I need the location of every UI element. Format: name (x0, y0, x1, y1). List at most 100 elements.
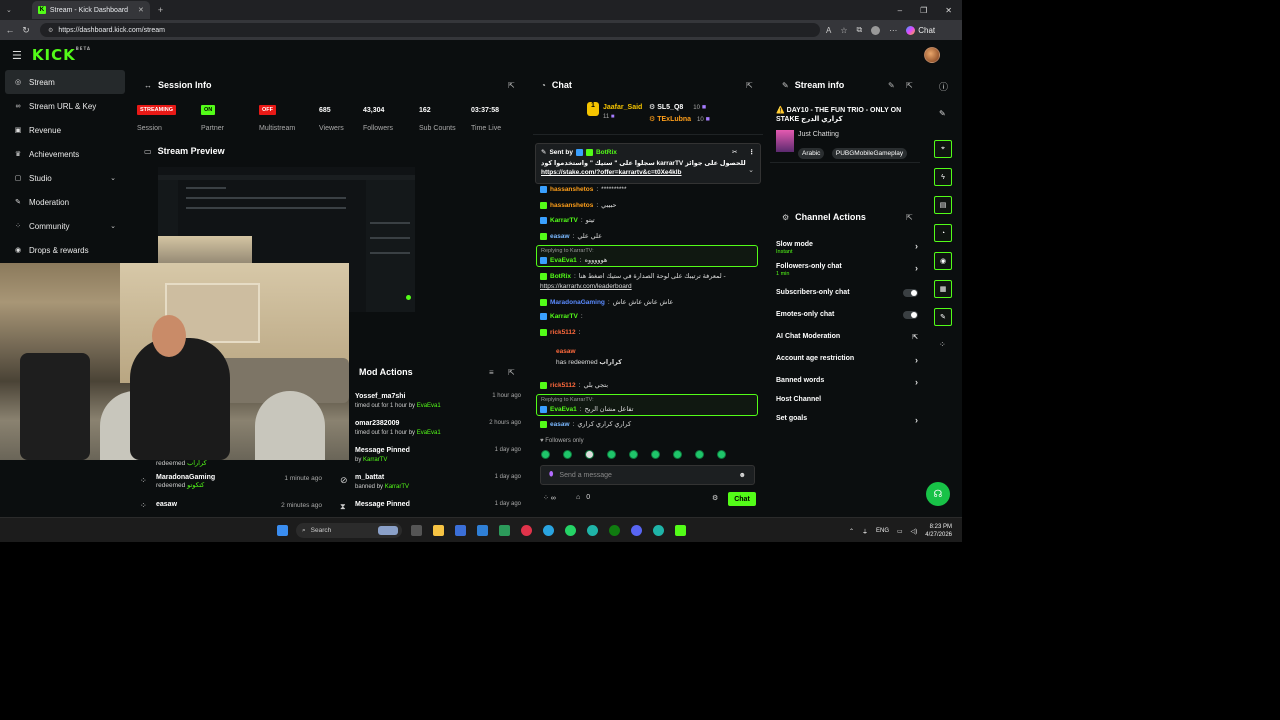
popout-channel-actions-icon[interactable]: ⇱ (906, 213, 913, 222)
url-field[interactable]: ⚙ https://dashboard.kick.com/stream (40, 23, 820, 37)
rail-lightning-icon[interactable]: ϟ (934, 168, 952, 186)
language-indicator[interactable]: ENG (876, 528, 889, 534)
xbox-icon[interactable] (609, 525, 620, 536)
chat-message[interactable]: https://karrartv.com/leaderboard (540, 283, 760, 290)
chat-message[interactable]: EvaEva1: هوووووه (540, 256, 760, 264)
unpin-icon[interactable]: ✂ (732, 148, 737, 156)
app-icon[interactable] (477, 525, 488, 536)
read-aloud-icon[interactable]: A (826, 26, 831, 35)
more-icon[interactable]: ⋯ (889, 26, 897, 35)
pinned-link[interactable]: https://stake.com/?offer=karrartv&c=t0Xe… (541, 169, 755, 176)
volume-icon[interactable]: ◁) (911, 528, 918, 535)
channel-action-banned-words[interactable]: Banned words › (776, 377, 918, 387)
channel-action-subscribers-only-chat[interactable]: Subscribers-only chat (776, 289, 918, 297)
chat-username[interactable]: hassanshetos (550, 202, 593, 209)
gifter-1[interactable]: Jaafar_Said (603, 104, 642, 111)
site-info-icon[interactable]: ⚙ (48, 27, 53, 34)
start-icon[interactable] (277, 525, 288, 536)
chat-username[interactable]: EvaEva1 (550, 257, 577, 264)
chat-send-button[interactable]: Chat (728, 492, 756, 506)
mod-action-row[interactable]: Yossef_ma7shi timed out for 1 hour by Eva… (355, 393, 521, 419)
minimize-icon[interactable]: – (898, 6, 902, 15)
chat-message[interactable]: KarrarTV: (540, 313, 760, 320)
gifter-3[interactable]: ⚙ TExLubna 10 ■ (649, 115, 710, 123)
chat-message[interactable]: EvaEva1: تفاعل مشان الربح (540, 405, 760, 413)
tag[interactable]: PUBGMobileGameplay (831, 148, 908, 159)
reload-icon[interactable]: ↻ (20, 25, 32, 36)
mod-action-row[interactable]: Message Pinned by KarrarTV 1 day ago (355, 447, 521, 473)
chat-username[interactable]: hassanshetos (550, 186, 593, 193)
popout-session-icon[interactable]: ⇱ (508, 81, 515, 90)
mod-action-row[interactable]: omar2382009 timed out for 1 hour by EvaEv… (355, 420, 521, 446)
rail-layout-icon[interactable]: ▦ (934, 280, 952, 298)
file-explorer-icon[interactable] (433, 525, 444, 536)
rail-raid-icon[interactable]: ⌖ (934, 140, 952, 158)
profile-icon[interactable] (871, 25, 881, 35)
emote-icon[interactable] (717, 450, 726, 459)
chat-message[interactable]: hassanshetos: ********** (540, 186, 760, 193)
chat-settings-icon[interactable]: ⚙ (712, 494, 718, 502)
toggle-switch[interactable] (903, 311, 918, 319)
discord-icon[interactable] (631, 525, 642, 536)
help-button[interactable]: ☊ (926, 482, 950, 506)
chat-message[interactable]: hassanshetos: حبيبي (540, 201, 760, 209)
filter-icon[interactable]: ≡ (489, 368, 494, 377)
maximize-icon[interactable]: ❐ (920, 6, 927, 15)
copilot-chat-button[interactable]: Chat (906, 25, 935, 35)
menu-icon[interactable]: ☰ (12, 49, 22, 62)
favorite-icon[interactable]: ☆ (840, 26, 847, 35)
chat-message[interactable]: MaradonaGaming: عاش عاش عاش عاش (540, 298, 760, 306)
browser-tab[interactable]: K Stream - Kick Dashboard ✕ (31, 1, 150, 19)
back-icon[interactable]: ← (4, 25, 16, 35)
chat-username[interactable]: MaradonaGaming (550, 299, 605, 306)
rail-community-icon[interactable]: ⁘ (939, 340, 946, 349)
sidebar-item-moderation[interactable]: ✎ Moderation (5, 190, 125, 214)
gifter-2[interactable]: ⚙ SL5_Q8 10 ■ (649, 103, 706, 111)
new-tab-icon[interactable]: + (158, 5, 163, 15)
chat-message[interactable]: rick5112: (540, 329, 760, 336)
sidebar-item-community[interactable]: ⁘ Community ⌄ (5, 214, 125, 238)
toggle-switch[interactable] (903, 289, 918, 297)
pencil-icon[interactable]: ✎ (939, 109, 946, 118)
chat-username[interactable]: KarrarTV (550, 313, 578, 320)
rail-poll-icon[interactable]: ▤ (934, 196, 952, 214)
sidebar-item-drops-rewards[interactable]: ◉ Drops & rewards (5, 238, 125, 262)
emote-icon[interactable] (651, 450, 660, 459)
emote-icon[interactable] (541, 450, 550, 459)
kick-logo[interactable]: KICKBETA (32, 46, 91, 64)
app-icon[interactable] (521, 525, 532, 536)
sidebar-item-achievements[interactable]: ♛ Achievements (5, 142, 125, 166)
webcam-video[interactable] (0, 263, 349, 460)
chat-username[interactable]: rick5112 (550, 382, 576, 389)
channel-action-slow-mode[interactable]: Slow mode Instant › (776, 241, 918, 255)
edit-stream-icon[interactable]: ✎ (888, 81, 895, 90)
chat-username[interactable]: rick5112 (550, 329, 576, 336)
channel-action-emotes-only-chat[interactable]: Emotes-only chat (776, 311, 918, 319)
chat-message[interactable]: BotRix: لمعرفة ترتيبك على لوحة الصدارة في… (540, 272, 760, 280)
telegram-icon[interactable] (543, 525, 554, 536)
chat-message[interactable]: KarrarTV: تيتو (540, 216, 760, 224)
app-icon[interactable] (499, 525, 510, 536)
tag[interactable]: Arabic (798, 148, 825, 159)
chat-username[interactable]: easaw (550, 233, 570, 240)
expand-pinned-icon[interactable]: ⌄ (748, 166, 754, 174)
pinned-more-icon[interactable]: ⋮ (749, 148, 756, 156)
chat-username[interactable]: KarrarTV (550, 217, 578, 224)
emote-icon[interactable] (673, 450, 682, 459)
rail-chat-icon[interactable]: ◔ (934, 224, 952, 242)
chat-message[interactable]: easaw has redeemed كراراب (556, 348, 776, 366)
edge-icon[interactable] (653, 525, 664, 536)
taskbar-search[interactable]: ⌕ Search (296, 523, 402, 538)
rail-broadcast-icon[interactable]: ◉ (934, 252, 952, 270)
channel-action-host-channel[interactable]: Host Channel (776, 396, 918, 403)
sidebar-item-studio[interactable]: ▢ Studio ⌄ (5, 166, 125, 190)
channel-action-followers-only-chat[interactable]: Followers-only chat 1 min › (776, 263, 918, 277)
chat-input[interactable]: ⬮ Send a message ☻ (540, 465, 755, 485)
channel-action-set-goals[interactable]: Set goals › (776, 415, 918, 425)
tray-overflow-icon[interactable]: ⌃ (849, 528, 854, 535)
tab-list-icon[interactable]: ⌄ (6, 6, 12, 14)
chat-username[interactable]: BotRix (550, 273, 571, 280)
chat-username[interactable]: EvaEva1 (550, 406, 577, 413)
pinned-message[interactable]: ✎ Sent by BotRix ✂ ⋮ للحصول على جوائز ka… (535, 143, 761, 184)
emote-icon[interactable] (629, 450, 638, 459)
